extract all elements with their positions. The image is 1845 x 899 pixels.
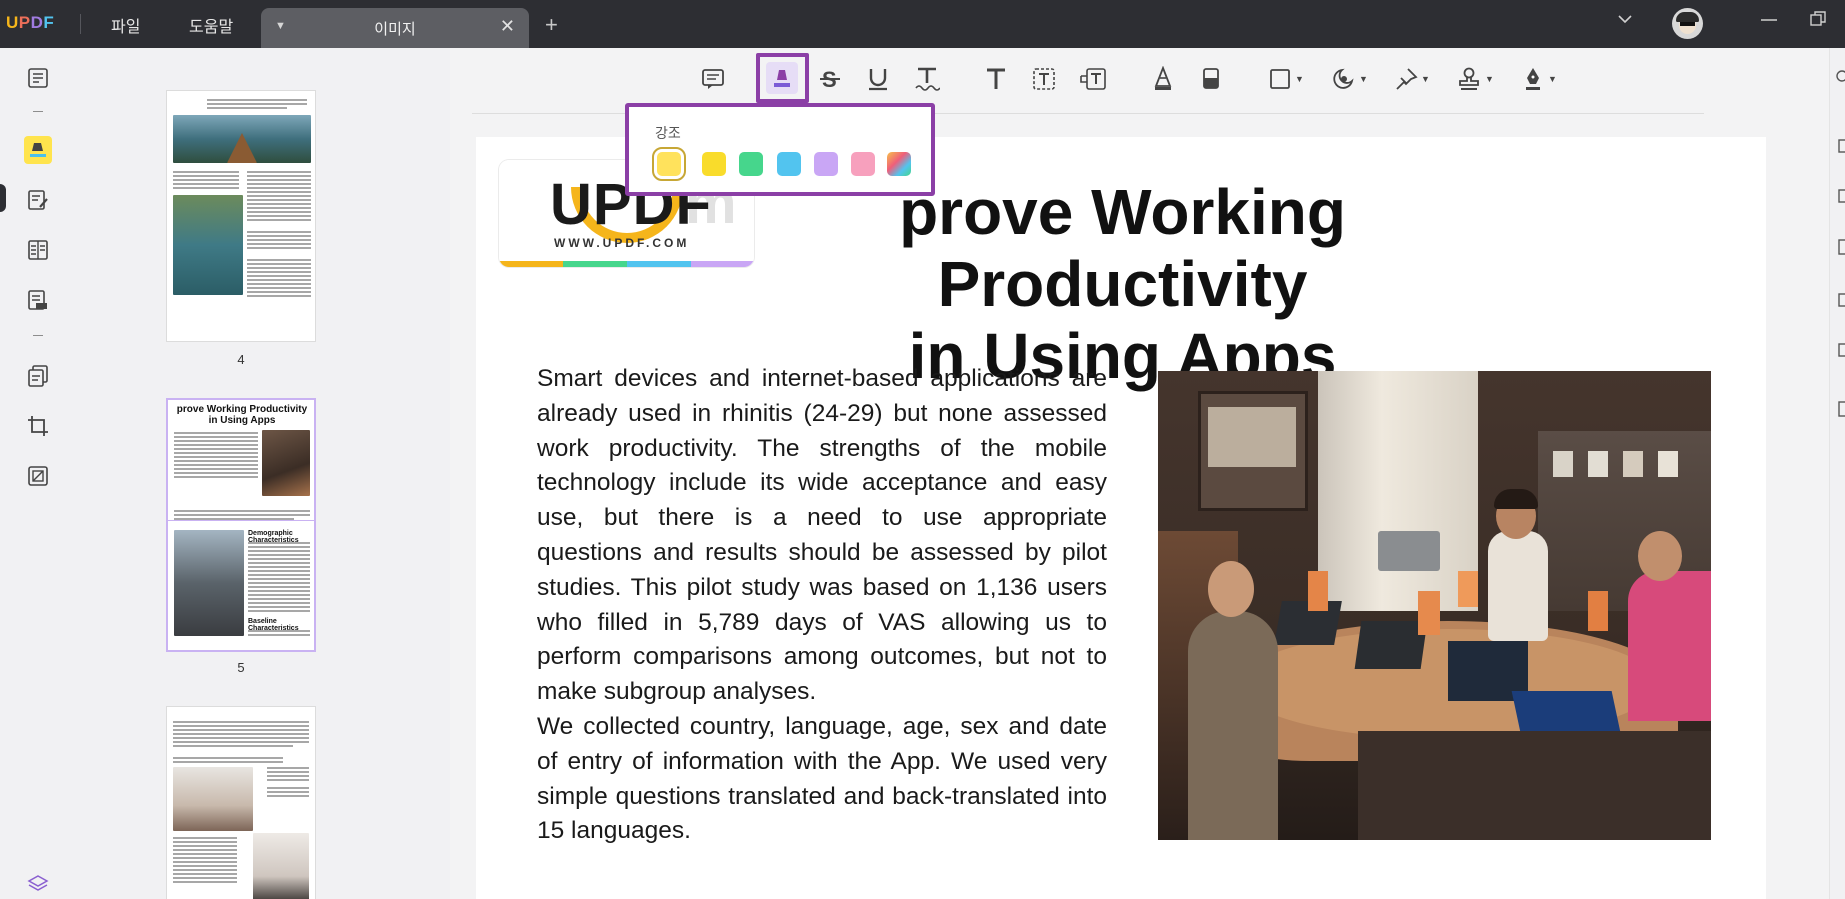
thumbnail-panel: 4 prove Working Productivity in Using Ap… [74, 48, 450, 899]
color-swatch-green[interactable] [739, 152, 763, 176]
popup-title: 강조 [655, 125, 681, 141]
squiggly-icon[interactable] [912, 62, 942, 96]
tab-title: 이미지 [374, 21, 416, 38]
right-rail [1829, 48, 1845, 899]
strikethrough-icon[interactable]: S [815, 62, 845, 96]
pin-icon[interactable]: ▼ [1392, 62, 1432, 96]
pencil-icon[interactable] [1148, 62, 1178, 96]
user-avatar[interactable] [1672, 8, 1703, 39]
thumbnail-page-number: 5 [237, 660, 245, 675]
rail-handle[interactable] [0, 184, 6, 212]
new-tab-icon[interactable]: + [545, 12, 558, 38]
signature-icon[interactable]: ▼ [1518, 62, 1560, 96]
page-heading: prove Working Productivity in Using Apps [760, 176, 1485, 392]
color-swatch-blue[interactable] [777, 152, 801, 176]
reader-mode-icon[interactable] [24, 64, 52, 92]
color-swatch-yellow[interactable] [702, 152, 726, 176]
document-tab[interactable]: ▼ 이미지 ✕ [261, 8, 529, 48]
pages-icon[interactable] [24, 362, 52, 390]
organize-icon[interactable] [24, 236, 52, 264]
layers-icon[interactable] [24, 870, 52, 898]
highlight-color-popup: 강조 [625, 103, 935, 196]
heading-line-1: prove Working Productivity [899, 176, 1346, 320]
tab-close-icon[interactable]: ✕ [500, 16, 515, 37]
textbox-icon[interactable] [1029, 62, 1059, 96]
sticker-icon[interactable]: ▼ [1328, 62, 1370, 96]
color-swatch-custom[interactable] [887, 152, 911, 176]
stamp-url: WWW.UPDF.COM [554, 236, 690, 250]
menu-help[interactable]: 도움말 [189, 13, 233, 37]
left-tool-rail [0, 48, 74, 899]
edit-pdf-icon[interactable] [24, 186, 52, 214]
title-bar: UPDF 파일 도움말 ▼ 이미지 ✕ + [0, 0, 1845, 48]
thumbnail-page-6[interactable] [166, 706, 316, 899]
color-swatch-pink[interactable] [851, 152, 875, 176]
title-divider [80, 14, 81, 34]
restore-icon[interactable] [1809, 10, 1827, 33]
eraser-icon[interactable] [1196, 62, 1226, 96]
menu-file[interactable]: 파일 [111, 13, 140, 37]
office-meeting-photo[interactable] [1158, 371, 1711, 840]
text-callout-icon[interactable] [1078, 62, 1110, 96]
comment-mode-icon[interactable] [24, 136, 52, 164]
highlight-tool-selection [756, 53, 809, 103]
comment-icon[interactable] [698, 62, 728, 96]
form-icon[interactable] [24, 286, 52, 314]
stamp-icon[interactable]: ▼ [1454, 62, 1496, 96]
app-logo[interactable]: UPDF [6, 13, 54, 33]
thumbnail-page-5[interactable]: prove Working Productivity in Using Apps… [166, 398, 316, 652]
underline-icon[interactable] [863, 62, 893, 96]
color-swatch-purple[interactable] [814, 152, 838, 176]
batch-icon[interactable] [24, 462, 52, 490]
thumbnail-title: prove Working Productivity in Using Apps [176, 404, 308, 426]
minimize-icon[interactable] [1759, 10, 1779, 33]
body-text: Smart devices and internet-based applica… [537, 362, 1107, 849]
crop-icon[interactable] [24, 412, 52, 440]
shape-icon[interactable]: ▼ [1266, 62, 1306, 96]
thumbnail-page-number: 4 [237, 352, 245, 367]
paragraph-2: We collected country, language, age, sex… [537, 712, 1107, 845]
rail-separator [33, 111, 43, 112]
thumbnail-page-4[interactable] [166, 90, 316, 342]
chevron-down-icon[interactable] [1616, 10, 1634, 33]
paragraph-1: Smart devices and internet-based applica… [537, 365, 1107, 706]
text-icon[interactable] [981, 62, 1011, 96]
color-swatch-light-yellow[interactable] [652, 147, 686, 181]
rail-separator [33, 335, 43, 336]
